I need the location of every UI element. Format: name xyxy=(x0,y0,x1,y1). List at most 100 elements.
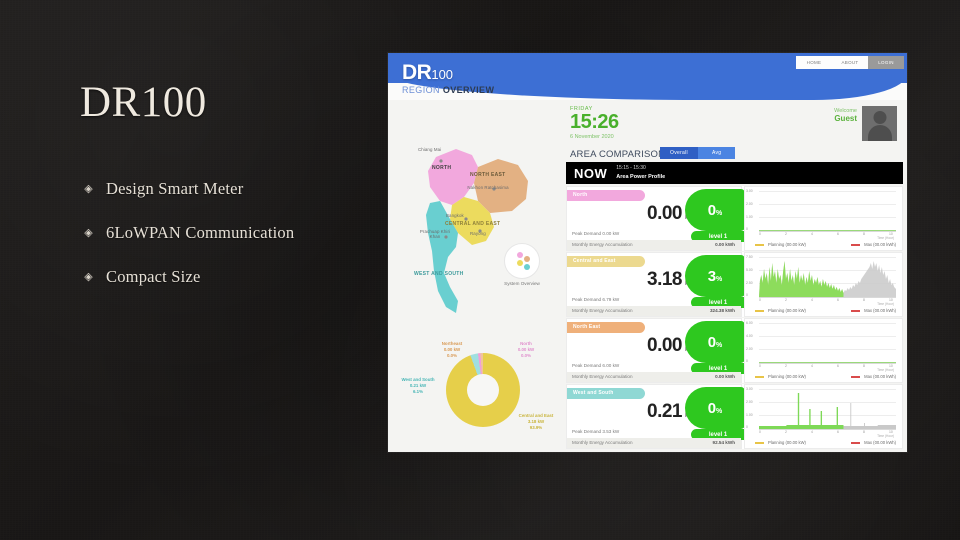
breadcrumb-region: REGION xyxy=(402,85,443,95)
donut-label-west-south: West and South 0.21 kW 6.1% xyxy=(396,377,440,395)
now-caption: Area Power Profile xyxy=(616,174,666,180)
logo-small: 100 xyxy=(431,67,454,82)
row-value: 3.18kW xyxy=(573,269,693,291)
x-tick: 4 xyxy=(811,298,813,302)
user-greeting: Welcome Guest xyxy=(834,108,857,123)
legend-label: Max (00.00 kWh) xyxy=(864,440,896,445)
chart-legend: Planning (00.00 kW) Max (00.00 kWh) xyxy=(755,374,896,379)
x-tick: 4 xyxy=(811,232,813,236)
list-item-label: Compact Size xyxy=(106,267,201,286)
row-name: North xyxy=(573,192,588,198)
row-peak-demand: Peak Demand 6.79 kW xyxy=(572,297,620,302)
row-summary-central-east: Central and East 3.18kW Peak Demand 6.79… xyxy=(566,252,745,317)
system-overview-label: System Overview xyxy=(504,281,540,286)
page-title: DR100 xyxy=(80,79,207,126)
tab-avg[interactable]: Avg xyxy=(697,147,736,159)
y-tick: 2.00 xyxy=(746,202,753,206)
header-nav: HOME ABOUT LOGIN xyxy=(796,56,904,69)
chart-legend: Planning (00.00 kW) Max (00.00 kWh) xyxy=(755,242,896,247)
row-percent: 0% xyxy=(708,400,723,417)
x-tick: 8 xyxy=(863,364,865,368)
city-label-rayong: Rayong xyxy=(470,231,486,236)
sysov-dot-north xyxy=(517,252,523,258)
row-header-northeast: North East xyxy=(567,322,645,333)
tab-overall[interactable]: Overall xyxy=(660,147,698,159)
row-value-number: 0.00 xyxy=(647,203,682,224)
row-monthly: Monthly Energy Accumulation 0.00 kWh xyxy=(567,240,741,250)
y-tick: 1.00 xyxy=(746,413,753,417)
row-percent: 0% xyxy=(708,334,723,351)
breadcrumb: REGION OVERVIEW xyxy=(402,85,494,95)
row-summary-west-south: West and South 0.21kW Peak Demand 3.53 k… xyxy=(566,384,745,449)
legend-label: Max (00.00 kWh) xyxy=(864,374,896,379)
series-path xyxy=(759,362,896,363)
row-percent-number: 3 xyxy=(707,267,717,285)
row-peak-demand: Peak Demand 6.00 kW xyxy=(572,363,620,368)
table-row[interactable]: Central and East 3.18kW Peak Demand 6.79… xyxy=(566,252,903,317)
city-label-bangkok: Bangkok xyxy=(446,213,464,218)
area-rows: North 0.00kW Peak Demand 0.00 kW 0% leve… xyxy=(566,186,903,450)
row-gauge: 3% xyxy=(685,255,745,297)
row-chart-northeast[interactable]: 6.00 4.00 2.00 0 0 2 4 6 8 10 Time (Hour… xyxy=(744,318,903,383)
nav-home-button[interactable]: HOME xyxy=(796,56,832,69)
y-tick: 0 xyxy=(746,293,748,297)
thailand-map[interactable]: Chiang Mai NORTH NORTH EAST Nakhon Ratch… xyxy=(394,141,566,341)
bullet-list: ◈ Design Smart Meter ◈ 6LoWPAN Communica… xyxy=(82,178,382,310)
diamond-bullet-icon: ◈ xyxy=(84,271,93,283)
map-label-northeast: NORTH EAST xyxy=(470,172,506,178)
y-tick: 0 xyxy=(746,359,748,363)
x-tick: 6 xyxy=(837,364,839,368)
y-tick: 2.00 xyxy=(746,347,753,351)
x-tick: 0 xyxy=(759,232,761,236)
donut-n-pct: 0.0% xyxy=(520,353,531,358)
user-name: Guest xyxy=(834,114,857,123)
row-gauge: 0% xyxy=(685,189,745,231)
nav-login-button[interactable]: LOGIN xyxy=(868,56,904,69)
row-value: 0.00kW xyxy=(573,203,693,225)
y-tick: 2.50 xyxy=(746,281,753,285)
plot-area: 6.00 4.00 2.00 0 0 2 4 6 8 10 Time (Hour… xyxy=(746,321,896,372)
legend-label: Planning (00.00 kW) xyxy=(768,242,806,247)
y-tick: 5.00 xyxy=(746,268,753,272)
row-chart-central-east[interactable]: 7.50 5.00 2.50 0 0 2 4 6 8 10 Time (Hour… xyxy=(744,252,903,317)
y-tick: 2.00 xyxy=(746,400,753,404)
x-tick: 0 xyxy=(759,298,761,302)
user-avatar-icon[interactable] xyxy=(862,106,897,141)
donut-ws-value: 0.21 kW xyxy=(409,383,427,388)
row-percent-symbol: % xyxy=(716,341,723,349)
series-path xyxy=(759,230,896,231)
legend-item-max: Max (00.00 kWh) xyxy=(851,440,896,445)
row-monthly: Monthly Energy Accumulation 92.54 kWh xyxy=(567,438,741,448)
plot-area: 3.00 2.00 1.00 0 0 2 4 6 8 10 Time (Hour… xyxy=(746,189,896,240)
row-monthly-value: 324.38 kWh xyxy=(709,308,735,313)
row-peak-demand: Peak Demand 3.53 kW xyxy=(572,429,620,434)
row-chart-west-south[interactable]: 3.00 2.00 1.00 0 0 2 4 6 8 10 Time (Hour… xyxy=(744,384,903,449)
donut-ws-pct: 6.1% xyxy=(412,389,423,394)
y-tick: 0 xyxy=(746,227,748,231)
row-percent-symbol: % xyxy=(716,275,723,283)
donut-ne-name: Northeast xyxy=(441,341,463,346)
x-tick: 8 xyxy=(863,430,865,434)
row-chart-north[interactable]: 3.00 2.00 1.00 0 0 2 4 6 8 10 Time (Hour… xyxy=(744,186,903,251)
list-item: ◈ Design Smart Meter xyxy=(82,178,382,200)
system-overview-icon[interactable] xyxy=(504,243,540,279)
donut-ce-name: Central and East xyxy=(518,413,554,418)
clock-widget: FRIDAY 15:26 6 November 2020 xyxy=(570,106,619,140)
table-row[interactable]: North East 0.00kW Peak Demand 6.00 kW 0%… xyxy=(566,318,903,383)
clock-date: 6 November 2020 xyxy=(570,134,614,140)
row-monthly-value: 0.00 kWh xyxy=(715,242,735,247)
area-comparison-title: AREA COMPARISON xyxy=(570,149,666,160)
avatar-body xyxy=(867,125,892,141)
city-label-nakhon: Nakhon Ratchasima xyxy=(467,185,509,190)
x-tick: 6 xyxy=(837,298,839,302)
table-row[interactable]: West and South 0.21kW Peak Demand 3.53 k… xyxy=(566,384,903,449)
dashboard-header: DR100 HOME ABOUT LOGIN REGION OVERVIEW xyxy=(388,53,907,100)
x-tick: 8 xyxy=(863,232,865,236)
nav-about-button[interactable]: ABOUT xyxy=(832,56,868,69)
row-percent: 0% xyxy=(708,202,723,219)
row-summary-northeast: North East 0.00kW Peak Demand 6.00 kW 0%… xyxy=(566,318,745,383)
y-tick: 6.00 xyxy=(746,321,753,325)
legend-label: Planning (00.00 kW) xyxy=(768,440,806,445)
table-row[interactable]: North 0.00kW Peak Demand 0.00 kW 0% leve… xyxy=(566,186,903,251)
legend-item-planning: Planning (00.00 kW) xyxy=(755,374,806,379)
